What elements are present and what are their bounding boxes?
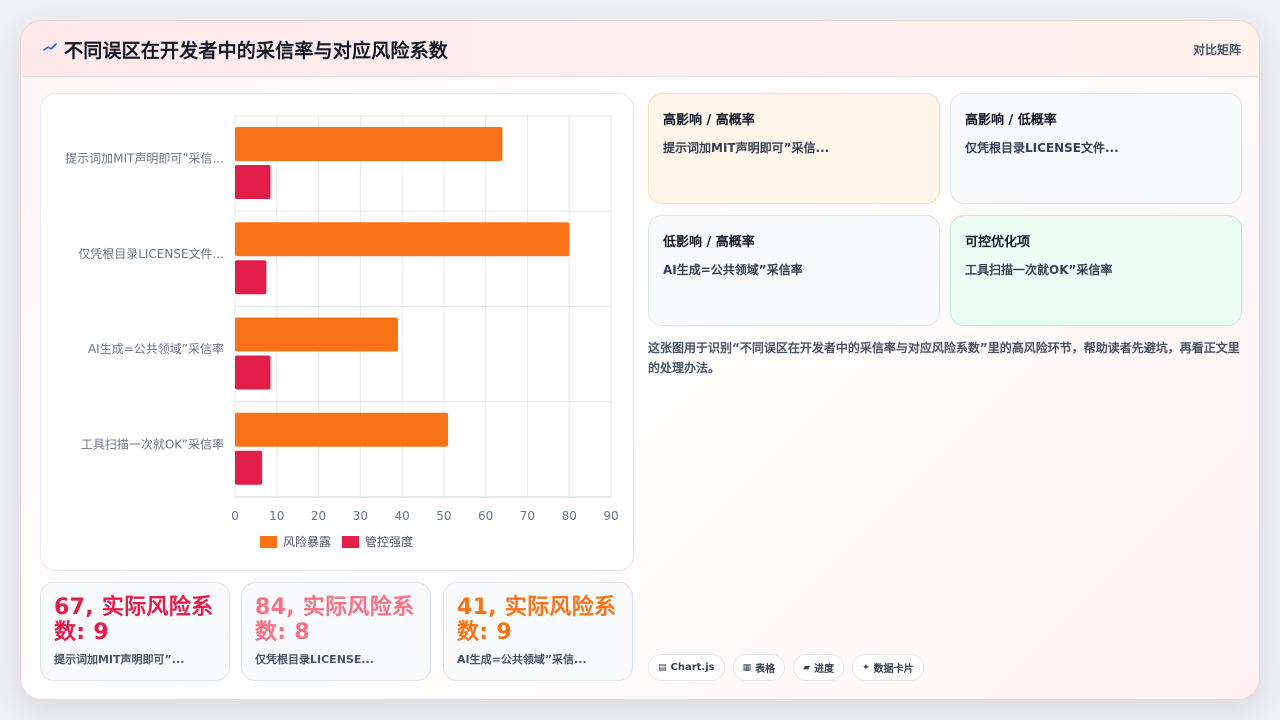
- tag-data-card[interactable]: ✦ 数据卡片: [852, 654, 924, 681]
- quadrant-item: 工具扫描一次就OK”采信率: [965, 263, 1113, 277]
- quadrant-title: 高影响 / 高概率: [663, 113, 755, 128]
- quadrant-item: 仅凭根目录LICENSE文件...: [965, 141, 1119, 155]
- quadrant-title: 高影响 / 低概率: [965, 113, 1057, 128]
- quadrant-controllable: 可控优化项 工具扫描一次就OK”采信率: [950, 215, 1242, 326]
- x-tick-label: 0: [231, 509, 239, 523]
- stat-card-2: 84, 实际风险系数: 8 仅凭根目录LICENSE...: [241, 582, 431, 681]
- quadrant-high-impact-low-prob: 高影响 / 低概率 仅凭根目录LICENSE文件...: [950, 93, 1242, 204]
- x-tick-label: 40: [394, 509, 409, 523]
- bar-control: [235, 355, 271, 390]
- x-tick-label: 10: [269, 509, 284, 523]
- legend-label: 管控强度: [365, 534, 413, 549]
- chart-line-icon: [43, 43, 57, 51]
- stat-value: 84, 实际风险系数: 8: [255, 595, 415, 645]
- matrix-badge[interactable]: 对比矩阵: [1193, 41, 1241, 58]
- legend-swatch: [260, 536, 277, 548]
- x-tick-label: 70: [520, 509, 535, 523]
- bar-control: [235, 260, 267, 295]
- stat-card-3: 41, 实际风险系数: 9 AI生成=公共领域”采信...: [443, 582, 633, 681]
- quadrant-item: 提示词加MIT声明即可”采信...: [663, 141, 830, 155]
- quadrant-title: 低影响 / 高概率: [663, 235, 755, 250]
- tag-label: 表格: [755, 664, 776, 675]
- stat-value: 67, 实际风险系数: 9: [54, 595, 214, 645]
- y-category-label: 提示词加MIT声明即可”采信...: [65, 151, 224, 166]
- tag-progress[interactable]: ▰ 进度: [793, 654, 845, 681]
- bar-chart: 0 10 20 30 40 50 60 70 80 90 提示词加MIT声明即可”采信... 仅凭根目…: [65, 115, 619, 549]
- bar-control: [235, 165, 271, 199]
- stat-label: AI生成=公共领域”采信...: [457, 653, 587, 666]
- chart-icon: ▤: [658, 662, 667, 673]
- x-tick-label: 80: [562, 509, 577, 523]
- page-title: 不同误区在开发者中的采信率与对应风险系数: [64, 40, 449, 62]
- tag-table[interactable]: ▦ 表格: [732, 654, 786, 681]
- quadrant-title: 可控优化项: [965, 235, 1031, 250]
- tag-label: Chart.js: [670, 662, 715, 673]
- header: 不同误区在开发者中的采信率与对应风险系数 对比矩阵: [21, 21, 1259, 77]
- stat-label: 提示词加MIT声明即可”...: [54, 653, 185, 666]
- tag-list: ▤ Chart.js ▦ 表格 ▰ 进度 ✦ 数据卡片: [648, 654, 924, 681]
- dashboard-card: 不同误区在开发者中的采信率与对应风险系数 对比矩阵 0 10 20 30 40 50 60 7…: [20, 20, 1260, 700]
- stat-card-1: 67, 实际风险系数: 9 提示词加MIT声明即可”...: [40, 582, 230, 681]
- quadrant-item: AI生成=公共领域”采信率: [663, 263, 803, 277]
- x-tick-label: 60: [478, 509, 493, 523]
- y-category-label: 仅凭根目录LICENSE文件...: [78, 246, 224, 261]
- quadrant-low-impact-high-prob: 低影响 / 高概率 AI生成=公共领域”采信率: [648, 215, 940, 326]
- y-category-label: AI生成=公共领域”采信率: [88, 341, 224, 356]
- tag-chartjs[interactable]: ▤ Chart.js: [648, 654, 725, 681]
- x-tick-label: 30: [353, 509, 368, 523]
- chart-card: 0 10 20 30 40 50 60 70 80 90 提示词加MIT声明即可”采信... 仅凭根目…: [40, 93, 634, 571]
- sparkle-icon: ✦: [862, 662, 870, 673]
- bar-exposure: [235, 412, 449, 447]
- legend-swatch: [342, 536, 359, 548]
- legend-label: 风险暴露: [283, 534, 331, 549]
- description-note: 这张图用于识别“不同误区在开发者中的采信率与对应风险系数”里的高风险环节，帮助读…: [648, 341, 1240, 375]
- bar-exposure: [235, 127, 503, 161]
- bar-control: [235, 450, 263, 485]
- y-category-label: 工具扫描一次就OK”采信率: [81, 436, 224, 451]
- table-icon: ▦: [742, 662, 752, 673]
- bar-exposure: [235, 222, 570, 257]
- progress-icon: ▰: [803, 662, 811, 673]
- stat-label: 仅凭根目录LICENSE...: [255, 653, 374, 666]
- x-tick-label: 90: [603, 509, 618, 523]
- x-tick-label: 50: [436, 509, 451, 523]
- x-tick-label: 20: [311, 509, 326, 523]
- tag-label: 数据卡片: [873, 664, 914, 675]
- quadrant-high-impact-high-prob: 高影响 / 高概率 提示词加MIT声明即可”采信...: [648, 93, 940, 204]
- stat-value: 41, 实际风险系数: 9: [457, 595, 617, 645]
- bar-exposure: [235, 317, 398, 352]
- tag-label: 进度: [814, 664, 835, 675]
